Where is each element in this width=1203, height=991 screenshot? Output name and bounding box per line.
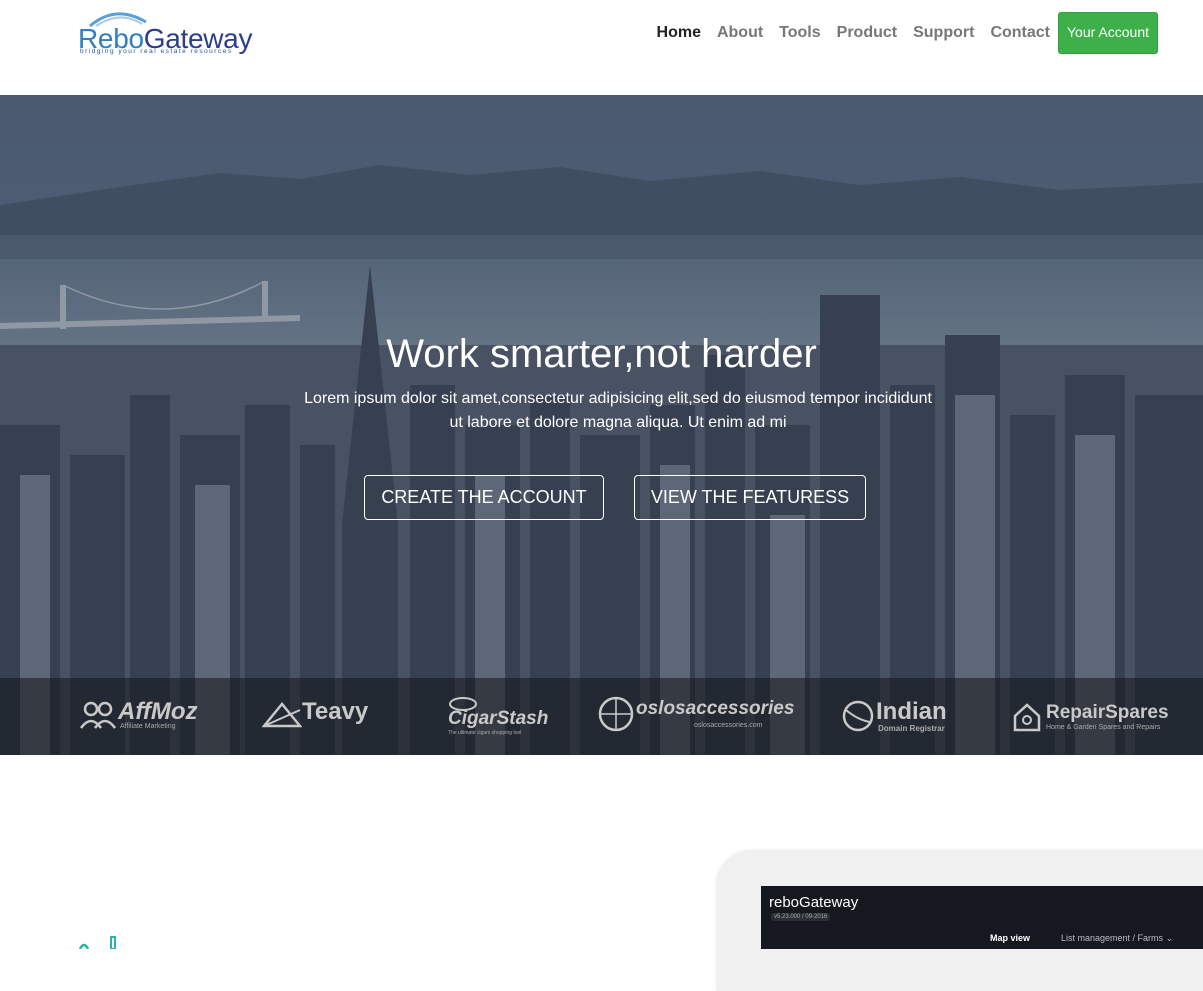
app-preview-tab-map: Map view <box>990 933 1031 943</box>
app-preview-title: reboGateway <box>769 894 859 911</box>
tent-icon <box>262 702 302 728</box>
hero-description-line1: Lorem ipsum dolor sit amet,consectetur a… <box>304 390 932 407</box>
logo-tagline: bridging your real estate resources <box>80 48 233 55</box>
house-icon <box>1013 703 1041 732</box>
hero-title: Work smarter,not harder <box>386 332 817 376</box>
nav-product[interactable]: Product <box>837 13 897 53</box>
partner-name: Indian <box>876 698 947 725</box>
hero-description-line2: ut labore et dolore magna aliqua. Ut eni… <box>449 414 787 431</box>
view-features-button[interactable]: VIEW THE FEATURESS <box>634 475 866 520</box>
partner-subtitle: The ultimate cigars shopping tool <box>448 730 522 736</box>
nav-contact[interactable]: Contact <box>990 13 1050 53</box>
partner-cigarstash: CigarStash The ultimate cigars shopping … <box>438 696 548 736</box>
partner-name: AffMoz <box>118 698 198 725</box>
globe-icon <box>598 696 634 732</box>
partner-logos-strip: AffMoz Affiliate Marketing Teavy CigarSt… <box>0 678 1203 755</box>
partner-repairspares: RepairSpares Home & Garden Spares and Re… <box>1012 696 1172 736</box>
partner-oslosaccessories: oslosaccessories oslosaccessories.com <box>598 696 794 736</box>
brand-logo[interactable]: ReboGateway bridging your real estate re… <box>78 6 258 60</box>
app-preview-screen: reboGateway v5.23.000 / 09-2016 Map view… <box>761 886 1203 949</box>
globe-icon <box>842 700 874 732</box>
main-nav: Home About Tools Product Support Contact… <box>641 12 1158 54</box>
partner-name: RepairSpares <box>1046 702 1169 723</box>
your-account-button[interactable]: Your Account <box>1058 12 1158 54</box>
partner-name: Teavy <box>302 698 369 725</box>
partner-subtitle: Affiliate Marketing <box>120 723 176 730</box>
create-account-button[interactable]: CREATE THE ACCOUNT <box>364 475 604 520</box>
partner-subtitle: Home & Garden Spares and Repairs <box>1046 724 1161 731</box>
nav-tools[interactable]: Tools <box>779 13 820 53</box>
app-preview-version: v5.23.000 / 09-2016 <box>771 913 831 921</box>
nav-support[interactable]: Support <box>913 13 974 53</box>
app-preview-tab-list: List management / Farms ⌄ <box>1061 933 1173 944</box>
partner-name: CigarStash <box>448 708 549 729</box>
site-header: ReboGateway bridging your real estate re… <box>0 0 1203 95</box>
nav-home[interactable]: Home <box>657 13 701 53</box>
chevron-down-icon: ⌄ <box>1165 933 1174 943</box>
chart-fragment-icon <box>78 936 116 949</box>
partner-affmoz: AffMoz Affiliate Marketing <box>80 696 210 736</box>
people-icon <box>80 701 117 729</box>
partner-indian: Indian Domain Registrar <box>842 696 962 736</box>
nav-about[interactable]: About <box>717 13 763 53</box>
hero-section: Work smarter,not harder Lorem ipsum dolo… <box>0 95 1203 755</box>
partner-subtitle: Domain Registrar <box>878 724 945 733</box>
partner-subtitle: oslosaccessories.com <box>694 722 763 729</box>
partner-name: oslosaccessories <box>636 698 795 719</box>
hero-description: Lorem ipsum dolor sit amet,consectetur a… <box>300 387 936 435</box>
app-preview-tab-list-label: List management / Farms <box>1061 933 1164 943</box>
partner-teavy: Teavy <box>262 696 382 736</box>
